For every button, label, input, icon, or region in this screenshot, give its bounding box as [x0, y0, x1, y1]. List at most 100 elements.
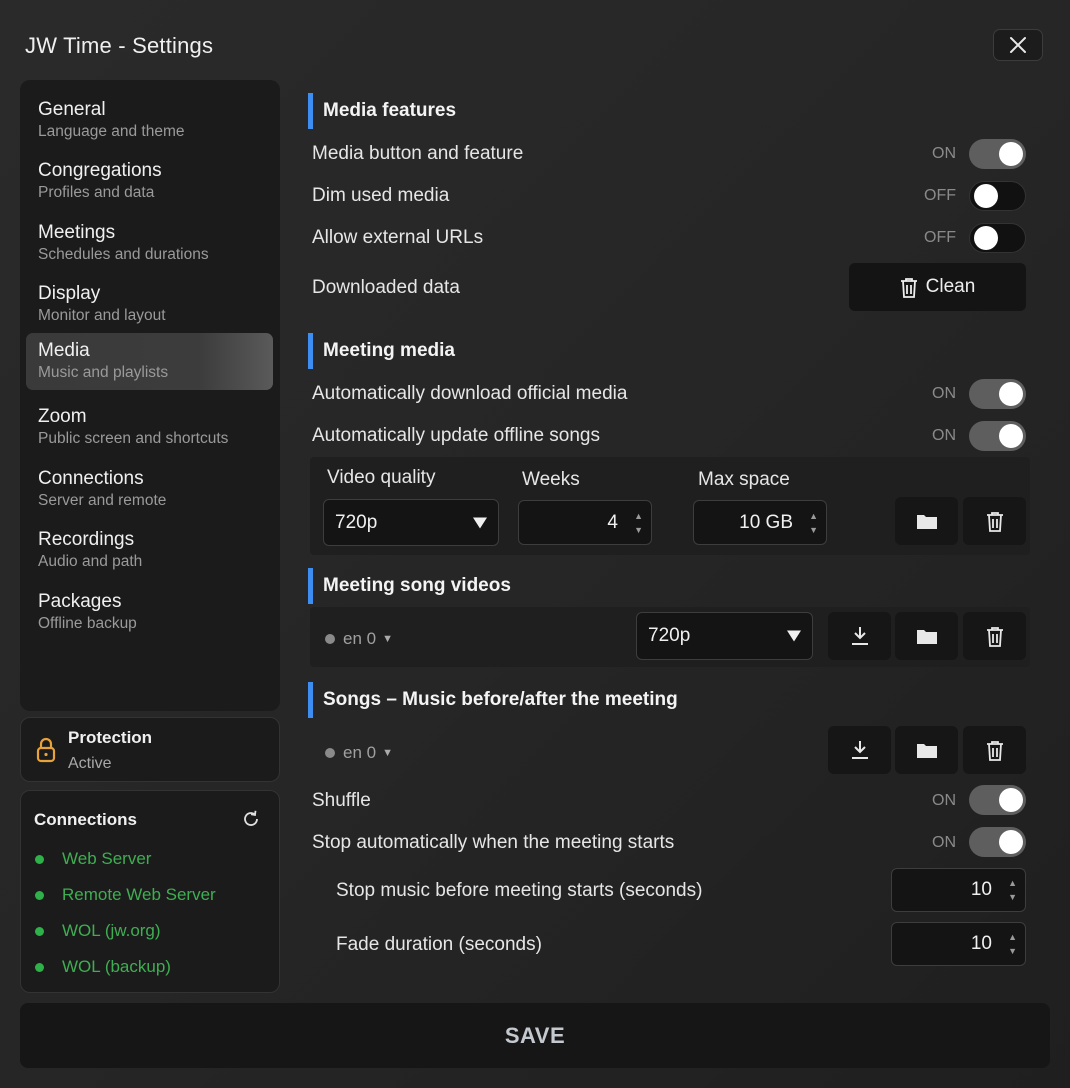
sidebar-item-label: Connections [38, 468, 144, 489]
connection-label: WOL (backup) [62, 957, 171, 976]
connection-label: Web Server [62, 849, 152, 868]
spin-up-icon[interactable]: ▲ [1008, 879, 1017, 888]
fade-label: Fade duration (seconds) [336, 934, 542, 955]
stop-before-spinner[interactable]: ▲ ▼ [1008, 879, 1017, 902]
stop-auto-toggle[interactable] [969, 827, 1026, 857]
video-quality-value: 720p [335, 511, 378, 533]
weeks-input[interactable]: 4 ▲ ▼ [518, 500, 652, 545]
toggle-knob [999, 424, 1023, 448]
sidebar-item-label: Congregations [38, 160, 162, 181]
max-space-spinner[interactable]: ▲ ▼ [809, 511, 818, 534]
protection-card[interactable]: Protection Active [20, 717, 280, 782]
shuffle-toggle[interactable] [969, 785, 1026, 815]
download-song-videos-button[interactable] [828, 612, 891, 660]
status-dot [35, 890, 44, 900]
song-videos-quality-value: 720p [648, 625, 691, 646]
status-dot [35, 854, 44, 864]
sidebar-item-congregations[interactable]: Congregations Profiles and data [26, 153, 273, 210]
sidebar-item-label: General [38, 99, 106, 120]
trash-icon [986, 740, 1003, 761]
caret-down-icon: ▼ [382, 747, 393, 759]
folder-icon [916, 514, 937, 529]
max-space-value: 10 GB [739, 511, 793, 533]
video-quality-label: Video quality [327, 467, 436, 488]
open-media-folder-button[interactable] [895, 497, 958, 545]
spin-down-icon[interactable]: ▼ [809, 525, 818, 534]
sidebar-item-general[interactable]: General Language and theme [26, 92, 273, 149]
caret-down-icon: ▼ [382, 633, 393, 645]
sidebar-item-sub: Language and theme [38, 123, 185, 140]
video-quality-select[interactable]: 720p [323, 499, 499, 546]
spin-up-icon[interactable]: ▲ [1008, 933, 1017, 942]
save-button[interactable]: SAVE [20, 1003, 1050, 1068]
open-songs-folder-button[interactable] [895, 726, 958, 774]
max-space-label: Max space [698, 469, 790, 490]
spin-down-icon[interactable]: ▼ [634, 525, 643, 534]
sidebar-item-recordings[interactable]: Recordings Audio and path [26, 522, 273, 579]
close-icon [1010, 37, 1026, 53]
folder-icon [916, 743, 937, 758]
sidebar-item-label: Media [38, 340, 90, 361]
max-space-input[interactable]: 10 GB ▲ ▼ [693, 500, 827, 545]
connection-item-wol-jw: WOL (jw.org) [35, 921, 161, 941]
sidebar-item-media[interactable]: Media Music and playlists [26, 333, 273, 390]
songs-language-value: en 0 [343, 743, 377, 762]
toggle-state: ON [932, 427, 956, 444]
download-songs-button[interactable] [828, 726, 891, 774]
toggle-state: ON [932, 834, 956, 851]
toggle-state: OFF [924, 187, 956, 204]
fade-spinner[interactable]: ▲ ▼ [1008, 933, 1017, 956]
trash-icon [900, 277, 917, 298]
toggle-knob [999, 788, 1023, 812]
sidebar-item-label: Packages [38, 591, 122, 612]
open-song-videos-folder-button[interactable] [895, 612, 958, 660]
auto-download-toggle[interactable] [969, 379, 1026, 409]
auto-update-toggle[interactable] [969, 421, 1026, 451]
dim-used-media-toggle[interactable] [969, 181, 1026, 211]
song-videos-language-value: en 0 [343, 629, 377, 648]
delete-song-videos-button[interactable] [963, 612, 1026, 660]
spin-up-icon[interactable]: ▲ [809, 511, 818, 520]
media-button-toggle[interactable] [969, 139, 1026, 169]
sidebar-item-sub: Profiles and data [38, 184, 155, 201]
download-icon [851, 741, 868, 759]
status-dot [325, 748, 335, 758]
sidebar-item-sub: Monitor and layout [38, 307, 166, 324]
fade-input[interactable]: 10 ▲ ▼ [891, 922, 1026, 966]
connection-label: Remote Web Server [62, 885, 216, 904]
caret-down-icon [473, 517, 487, 528]
toggle-knob [974, 226, 998, 250]
song-videos-quality-select[interactable]: 720p [636, 612, 813, 660]
toggle-state: ON [932, 385, 956, 402]
dim-used-media-label: Dim used media [312, 185, 450, 206]
delete-songs-button[interactable] [963, 726, 1026, 774]
sidebar-item-packages[interactable]: Packages Offline backup [26, 584, 273, 641]
weeks-value: 4 [607, 511, 618, 533]
status-dot [35, 962, 44, 972]
external-urls-toggle[interactable] [969, 223, 1026, 253]
delete-media-button[interactable] [963, 497, 1026, 545]
spin-down-icon[interactable]: ▼ [1008, 947, 1017, 956]
sidebar-item-label: Display [38, 283, 101, 304]
sidebar-item-sub: Audio and path [38, 553, 143, 570]
weeks-spinner[interactable]: ▲ ▼ [634, 511, 643, 534]
connections-title: Connections [34, 810, 137, 829]
sidebar-item-zoom[interactable]: Zoom Public screen and shortcuts [26, 399, 273, 456]
refresh-icon[interactable] [241, 809, 261, 829]
close-button[interactable] [993, 29, 1043, 61]
sidebar-item-connections[interactable]: Connections Server and remote [26, 461, 273, 518]
external-urls-label: Allow external URLs [312, 227, 484, 248]
clean-button[interactable]: Clean [849, 263, 1026, 311]
sidebar-item-display[interactable]: Display Monitor and layout [26, 276, 273, 333]
songs-language[interactable]: en 0 ▼ [325, 743, 393, 763]
sidebar-item-meetings[interactable]: Meetings Schedules and durations [26, 215, 273, 272]
song-videos-language[interactable]: en 0 ▼ [325, 629, 393, 649]
sidebar-item-sub: Server and remote [38, 492, 167, 509]
sidebar-item-label: Meetings [38, 222, 116, 243]
stop-before-input[interactable]: 10 ▲ ▼ [891, 868, 1026, 912]
spin-down-icon[interactable]: ▼ [1008, 893, 1017, 902]
toggle-state: ON [932, 145, 956, 162]
toggle-knob [999, 142, 1023, 166]
connection-item-web-server: Web Server [35, 849, 151, 869]
spin-up-icon[interactable]: ▲ [634, 511, 643, 520]
